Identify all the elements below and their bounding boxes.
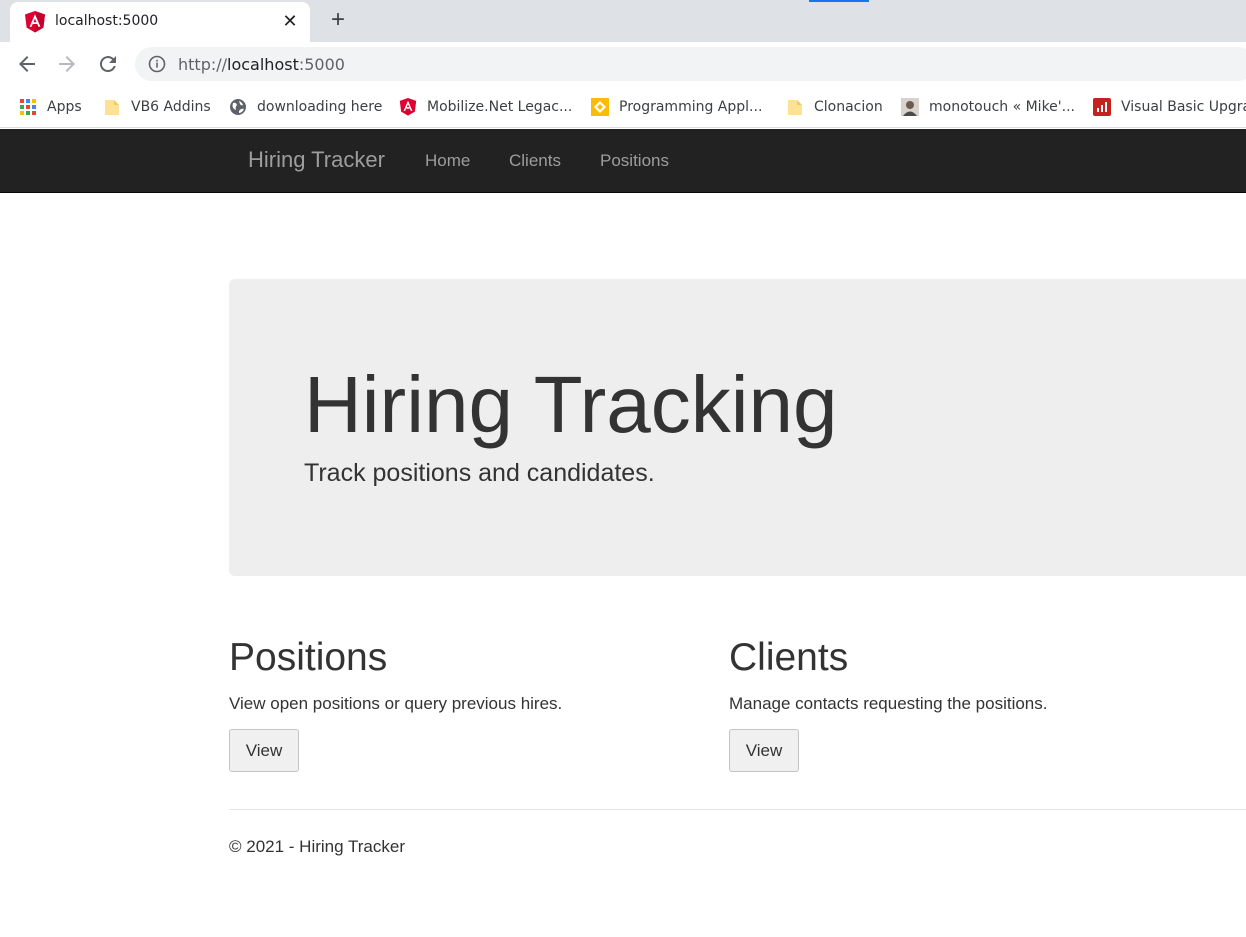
chart-icon bbox=[1093, 98, 1111, 116]
bookmark-label: Mobilize.Net Legac... bbox=[427, 99, 573, 115]
new-tab-button[interactable]: + bbox=[326, 8, 350, 32]
nav-link-clients[interactable]: Clients bbox=[509, 151, 561, 171]
angular-icon bbox=[25, 11, 45, 33]
nav-link-positions[interactable]: Positions bbox=[600, 151, 669, 171]
folder-icon bbox=[788, 100, 802, 115]
positions-section: Positions View open positions or query p… bbox=[229, 636, 709, 772]
avatar-icon bbox=[901, 98, 919, 116]
bookmark-label: Clonacion bbox=[814, 99, 883, 115]
diamond-icon bbox=[591, 98, 609, 116]
hero-jumbotron: Hiring Tracking Track positions and cand… bbox=[229, 279, 1246, 576]
bookmark-label: Apps bbox=[47, 99, 82, 115]
bookmark-monotouch[interactable]: monotouch « Mike'... bbox=[901, 96, 1075, 118]
nav-link-home[interactable]: Home bbox=[425, 151, 470, 171]
navbar-brand[interactable]: Hiring Tracker bbox=[248, 147, 385, 173]
bookmark-clonacion[interactable]: Clonacion bbox=[786, 96, 883, 118]
bookmark-vb6-addins[interactable]: VB6 Addins bbox=[103, 96, 211, 118]
footer-copyright: © 2021 - Hiring Tracker bbox=[229, 837, 405, 856]
hero-subtitle: Track positions and candidates. bbox=[304, 459, 655, 487]
tab-title: localhost:5000 bbox=[55, 13, 159, 29]
info-icon[interactable] bbox=[148, 55, 166, 73]
section-description: View open positions or query previous hi… bbox=[229, 694, 563, 713]
reload-icon[interactable] bbox=[96, 52, 120, 76]
url-scheme: http:// bbox=[178, 55, 228, 74]
section-description: Manage contacts requesting the positions… bbox=[729, 694, 1048, 713]
address-bar[interactable]: http://localhost:5000 bbox=[135, 47, 1246, 81]
bookmark-programming[interactable]: Programming Appl... bbox=[591, 96, 762, 118]
browser-tab[interactable]: localhost:5000 ✕ bbox=[10, 2, 310, 42]
url-text[interactable]: http://localhost:5000 bbox=[178, 55, 345, 74]
footer-divider bbox=[229, 809, 1246, 810]
tab-strip-accent bbox=[809, 0, 869, 2]
bookmark-label: monotouch « Mike'... bbox=[929, 99, 1075, 115]
bookmark-label: downloading here bbox=[257, 99, 383, 115]
back-arrow-icon[interactable] bbox=[15, 52, 39, 76]
hero-title: Hiring Tracking bbox=[304, 360, 838, 449]
apps-grid-icon bbox=[20, 99, 36, 115]
bookmark-label: VB6 Addins bbox=[131, 99, 211, 115]
browser-toolbar: http://localhost:5000 bbox=[0, 42, 1246, 86]
bookmark-label: Programming Appl... bbox=[619, 99, 763, 115]
angular-icon bbox=[399, 98, 417, 116]
bookmarks-bar: Apps VB6 Addins downloading here Mobiliz… bbox=[0, 86, 1246, 128]
forward-arrow-icon[interactable] bbox=[55, 52, 79, 76]
view-clients-button[interactable]: View bbox=[729, 729, 799, 772]
section-heading: Positions bbox=[229, 636, 388, 679]
bookmark-label: Visual Basic Upgrad bbox=[1121, 99, 1246, 115]
url-host: localhost bbox=[227, 55, 299, 74]
section-heading: Clients bbox=[729, 636, 849, 679]
view-positions-button[interactable]: View bbox=[229, 729, 299, 772]
bookmark-visual-basic[interactable]: Visual Basic Upgrad bbox=[1093, 96, 1246, 118]
globe-icon bbox=[230, 99, 246, 115]
bookmark-mobilize[interactable]: Mobilize.Net Legac... bbox=[399, 96, 572, 118]
bookmark-downloading-here[interactable]: downloading here bbox=[229, 96, 382, 118]
clients-section: Clients Manage contacts requesting the p… bbox=[729, 636, 1209, 772]
app-navbar: Hiring Tracker Home Clients Positions bbox=[0, 129, 1246, 193]
close-tab-icon[interactable]: ✕ bbox=[280, 11, 300, 31]
folder-icon bbox=[105, 100, 119, 115]
bookmark-apps[interactable]: Apps bbox=[19, 96, 82, 118]
url-port: :5000 bbox=[298, 55, 345, 74]
browser-tab-strip: localhost:5000 ✕ + bbox=[0, 0, 1246, 42]
